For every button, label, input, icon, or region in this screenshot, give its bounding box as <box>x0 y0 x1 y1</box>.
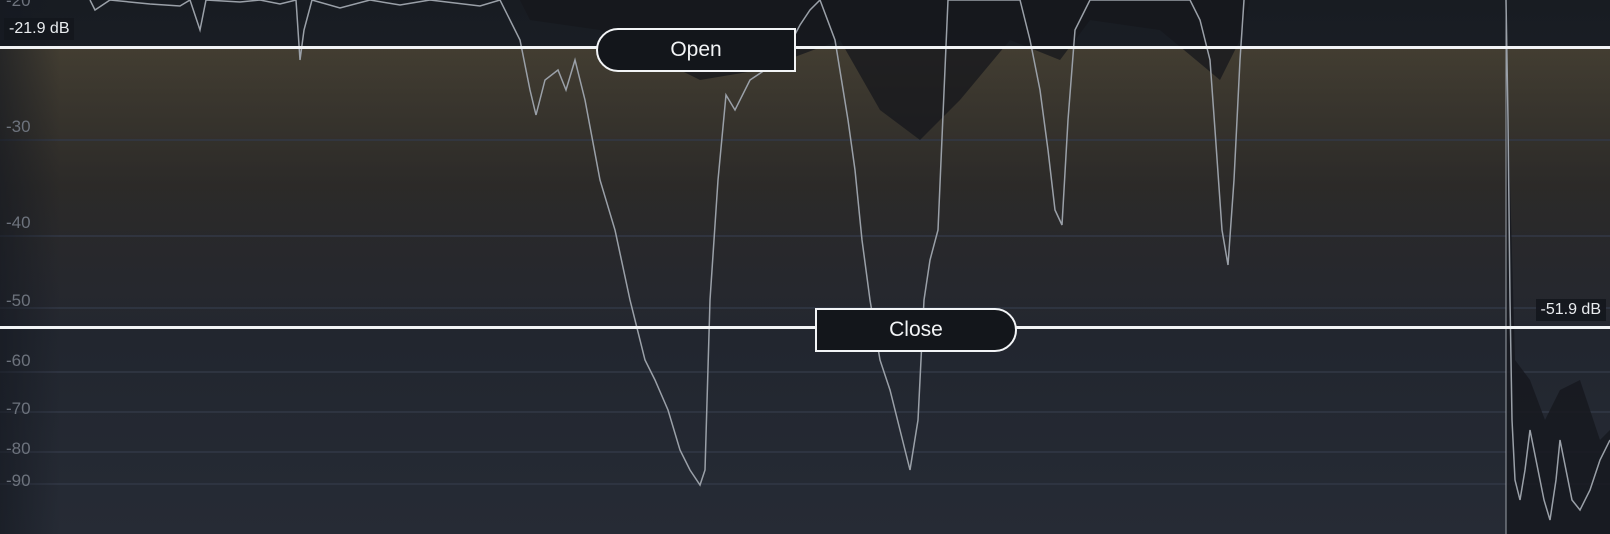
open-threshold-handle[interactable]: Open <box>596 28 796 72</box>
scale-tick-label: -40 <box>6 213 31 232</box>
scale-tick-label: -50 <box>6 291 31 310</box>
open-threshold-line[interactable] <box>0 46 1610 49</box>
scale-tick-label: -60 <box>6 351 31 370</box>
hysteresis-band <box>0 47 1610 327</box>
scale-tick-label: -80 <box>6 439 31 458</box>
scale-tick-label: -70 <box>6 399 31 418</box>
scale-tick-label: -30 <box>6 117 31 136</box>
open-threshold-readout: -21.9 dB <box>4 18 75 40</box>
scale-tick-label: -90 <box>6 471 31 490</box>
level-history-display <box>0 0 1610 534</box>
gate-display-panel: -20 -30 -40 -50 -60 -70 -80 -90 -21.9 dB -51.9 … <box>0 0 1610 534</box>
scale-tick-label: -20 <box>6 0 31 10</box>
close-threshold-handle[interactable]: Close <box>815 308 1017 352</box>
close-threshold-line[interactable] <box>0 326 1610 329</box>
close-threshold-readout: -51.9 dB <box>1535 299 1606 321</box>
